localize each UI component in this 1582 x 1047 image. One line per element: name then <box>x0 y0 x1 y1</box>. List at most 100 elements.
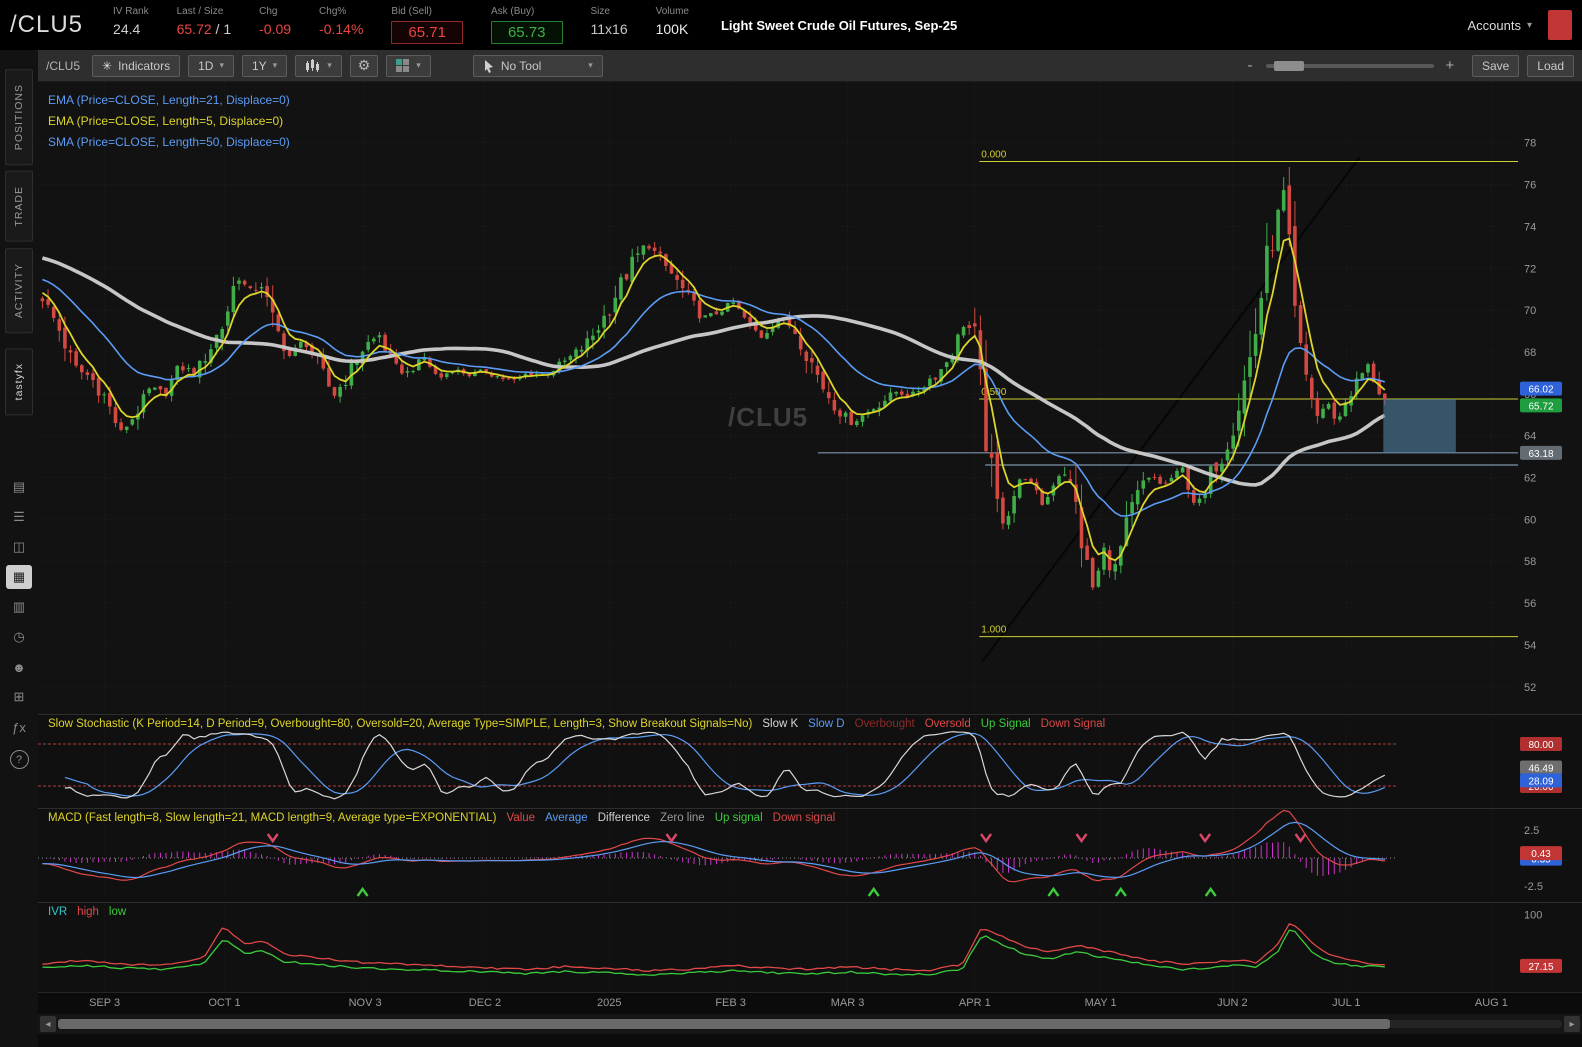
platform-icon[interactable]: ◫ <box>6 535 32 559</box>
time-axis-label: OCT 1 <box>208 997 241 1009</box>
study-label[interactable]: Down signal <box>773 812 836 824</box>
svg-text:2.5: 2.5 <box>1524 825 1539 837</box>
gear-icon: ⚙ <box>357 57 371 73</box>
field-value-ask[interactable]: 65.73 <box>490 21 563 44</box>
header-field-change-pct: Chg% -0.14% <box>319 6 363 37</box>
svg-text:54: 54 <box>1524 640 1536 652</box>
study-label[interactable]: Slow D <box>808 718 844 730</box>
help-icon[interactable]: ? <box>9 750 29 770</box>
field-value-volume: 100K <box>655 21 689 37</box>
svg-text:100: 100 <box>1524 909 1542 921</box>
fx-icon[interactable]: ƒx <box>6 715 32 739</box>
study-label[interactable]: Slow Stochastic (K Period=14, D Period=9… <box>48 718 752 730</box>
field-value-bid[interactable]: 65.71 <box>391 21 463 44</box>
history-icon[interactable]: ◷ <box>6 625 32 649</box>
study-label[interactable]: Up Signal <box>981 718 1031 730</box>
sidebar-tab-positions[interactable]: POSITIONS <box>5 69 33 166</box>
time-axis: SEP 3 OCT 1 NOV 3 DEC 2 2025 FEB 3 MAR 3 APR 1 M… <box>38 992 1582 1014</box>
scroll-left-button[interactable]: ◂ <box>40 1016 56 1032</box>
accounts-dropdown[interactable]: Accounts ▾ <box>1467 18 1532 33</box>
time-axis-label: APR 1 <box>958 997 991 1009</box>
svg-text:46.49: 46.49 <box>1528 763 1553 774</box>
field-value-change: -0.09 <box>259 21 292 37</box>
field-label: Volume <box>655 6 689 17</box>
timeframe-dropdown[interactable]: 1D ▾ <box>188 54 234 77</box>
study-label[interactable]: SMA (Price=CLOSE, Length=50, Displace=0) <box>48 132 290 153</box>
chevron-down-icon: ▾ <box>588 60 593 70</box>
study-label[interactable]: Average <box>545 812 588 824</box>
zoom-slider-handle[interactable] <box>1273 60 1304 71</box>
time-axis-label: NOV 3 <box>348 997 382 1009</box>
study-label[interactable]: EMA (Price=CLOSE, Length=21, Displace=0) <box>48 90 290 111</box>
field-label: Chg% <box>319 6 347 17</box>
symbol-title: /CLU5 <box>10 11 84 38</box>
ivr-panel[interactable]: 100 27.15 <box>38 902 1582 992</box>
zone-rectangle-drawing[interactable] <box>1383 399 1456 453</box>
study-label[interactable]: high <box>77 906 99 918</box>
chevron-down-icon: ▾ <box>327 60 332 70</box>
study-label[interactable]: Oversold <box>925 718 971 730</box>
study-label[interactable]: Overbought <box>855 718 915 730</box>
time-axis-label: 2025 <box>597 997 622 1009</box>
chevron-down-icon: ▾ <box>272 60 278 70</box>
stoch-badges: 80.0046.4920.0028.09 <box>1520 737 1562 793</box>
save-label: Save <box>1481 58 1510 73</box>
study-label[interactable]: Up signal <box>715 812 763 824</box>
field-label: Bid (Sell) <box>391 6 432 17</box>
svg-text:58: 58 <box>1524 556 1536 568</box>
study-label[interactable]: MACD (Fast length=8, Slow length=21, MAC… <box>48 812 497 824</box>
trading-platform-window: /CLU5 IV Rank 24.4 Last / Size 65.72 / 1 Chg… <box>0 0 1582 1047</box>
field-label: Chg <box>259 6 278 17</box>
load-button[interactable]: Load <box>1527 54 1574 77</box>
contacts-icon[interactable]: ☻ <box>6 655 32 679</box>
study-label[interactable]: IVR <box>48 906 67 918</box>
study-label[interactable]: Value <box>507 812 536 824</box>
chart-settings-button[interactable]: ⚙ <box>349 54 379 77</box>
range-dropdown[interactable]: 1Y ▾ <box>241 54 288 77</box>
svg-text:76: 76 <box>1524 180 1536 192</box>
scroll-right-button[interactable]: ▸ <box>1564 1016 1580 1032</box>
field-label: Ask (Buy) <box>490 6 535 17</box>
scrollbar-thumb[interactable] <box>58 1019 1390 1029</box>
price-chart-panel[interactable]: 0.0000.5001.0007876747270686664626058565… <box>38 82 1582 714</box>
timeframe-value: 1D <box>198 58 214 73</box>
zoom-out-button[interactable]: - <box>1244 57 1256 74</box>
toolbar-symbol-label: /CLU5 <box>46 58 81 73</box>
svg-text:60: 60 <box>1524 514 1536 526</box>
alert-indicator[interactable] <box>1548 10 1572 40</box>
field-label: Last / Size <box>176 6 224 17</box>
chart-icon[interactable]: ▦ <box>6 565 32 590</box>
watchlist-icon[interactable]: ☰ <box>6 505 32 529</box>
zoom-in-button[interactable]: + <box>1444 57 1456 74</box>
chart-type-dropdown[interactable]: ▾ <box>295 54 342 77</box>
svg-text:70: 70 <box>1524 305 1536 317</box>
chevron-down-icon: ▾ <box>219 60 224 70</box>
calendar-icon[interactable]: ⊞ <box>6 685 32 709</box>
chart-scrollbar[interactable]: ◂ ▸ <box>38 1014 1582 1034</box>
study-label[interactable]: Difference <box>598 812 650 824</box>
drawing-tool-dropdown[interactable]: No Tool ▾ <box>472 54 603 77</box>
study-label[interactable]: EMA (Price=CLOSE, Length=5, Displace=0) <box>48 111 290 132</box>
quotes-icon[interactable]: ▤ <box>6 475 32 499</box>
svg-text:28.09: 28.09 <box>1528 776 1553 787</box>
zoom-slider[interactable] <box>1265 60 1434 71</box>
load-label: Load <box>1537 58 1564 73</box>
sidebar-tab-activity[interactable]: ACTIVITY <box>5 247 33 334</box>
time-axis-label: AUG 1 <box>1474 997 1508 1009</box>
field-label: IV Rank <box>113 6 149 17</box>
grid-icon[interactable]: ▥ <box>6 595 32 619</box>
sidebar-tab-tastyfx[interactable]: tastyfx <box>5 348 33 416</box>
time-axis-label: JUN 2 <box>1217 997 1248 1009</box>
chart-module: /CLU5 ✳ Indicators 1D ▾ 1Y ▾ ▾ ⚙ ▾ No To… <box>38 50 1582 1047</box>
study-label[interactable]: low <box>109 906 126 918</box>
save-button[interactable]: Save <box>1471 54 1520 77</box>
indicators-button[interactable]: ✳ Indicators <box>92 54 181 77</box>
study-label[interactable]: Down Signal <box>1041 718 1106 730</box>
accounts-label: Accounts <box>1467 17 1521 33</box>
layout-grid-dropdown[interactable]: ▾ <box>386 54 431 77</box>
sidebar-tab-trade[interactable]: TRADE <box>5 171 33 242</box>
header-field-bid: Bid (Sell) 65.71 <box>391 6 463 44</box>
svg-text:64: 64 <box>1524 431 1536 443</box>
study-label[interactable]: Slow K <box>762 718 798 730</box>
study-label[interactable]: Zero line <box>660 812 705 824</box>
